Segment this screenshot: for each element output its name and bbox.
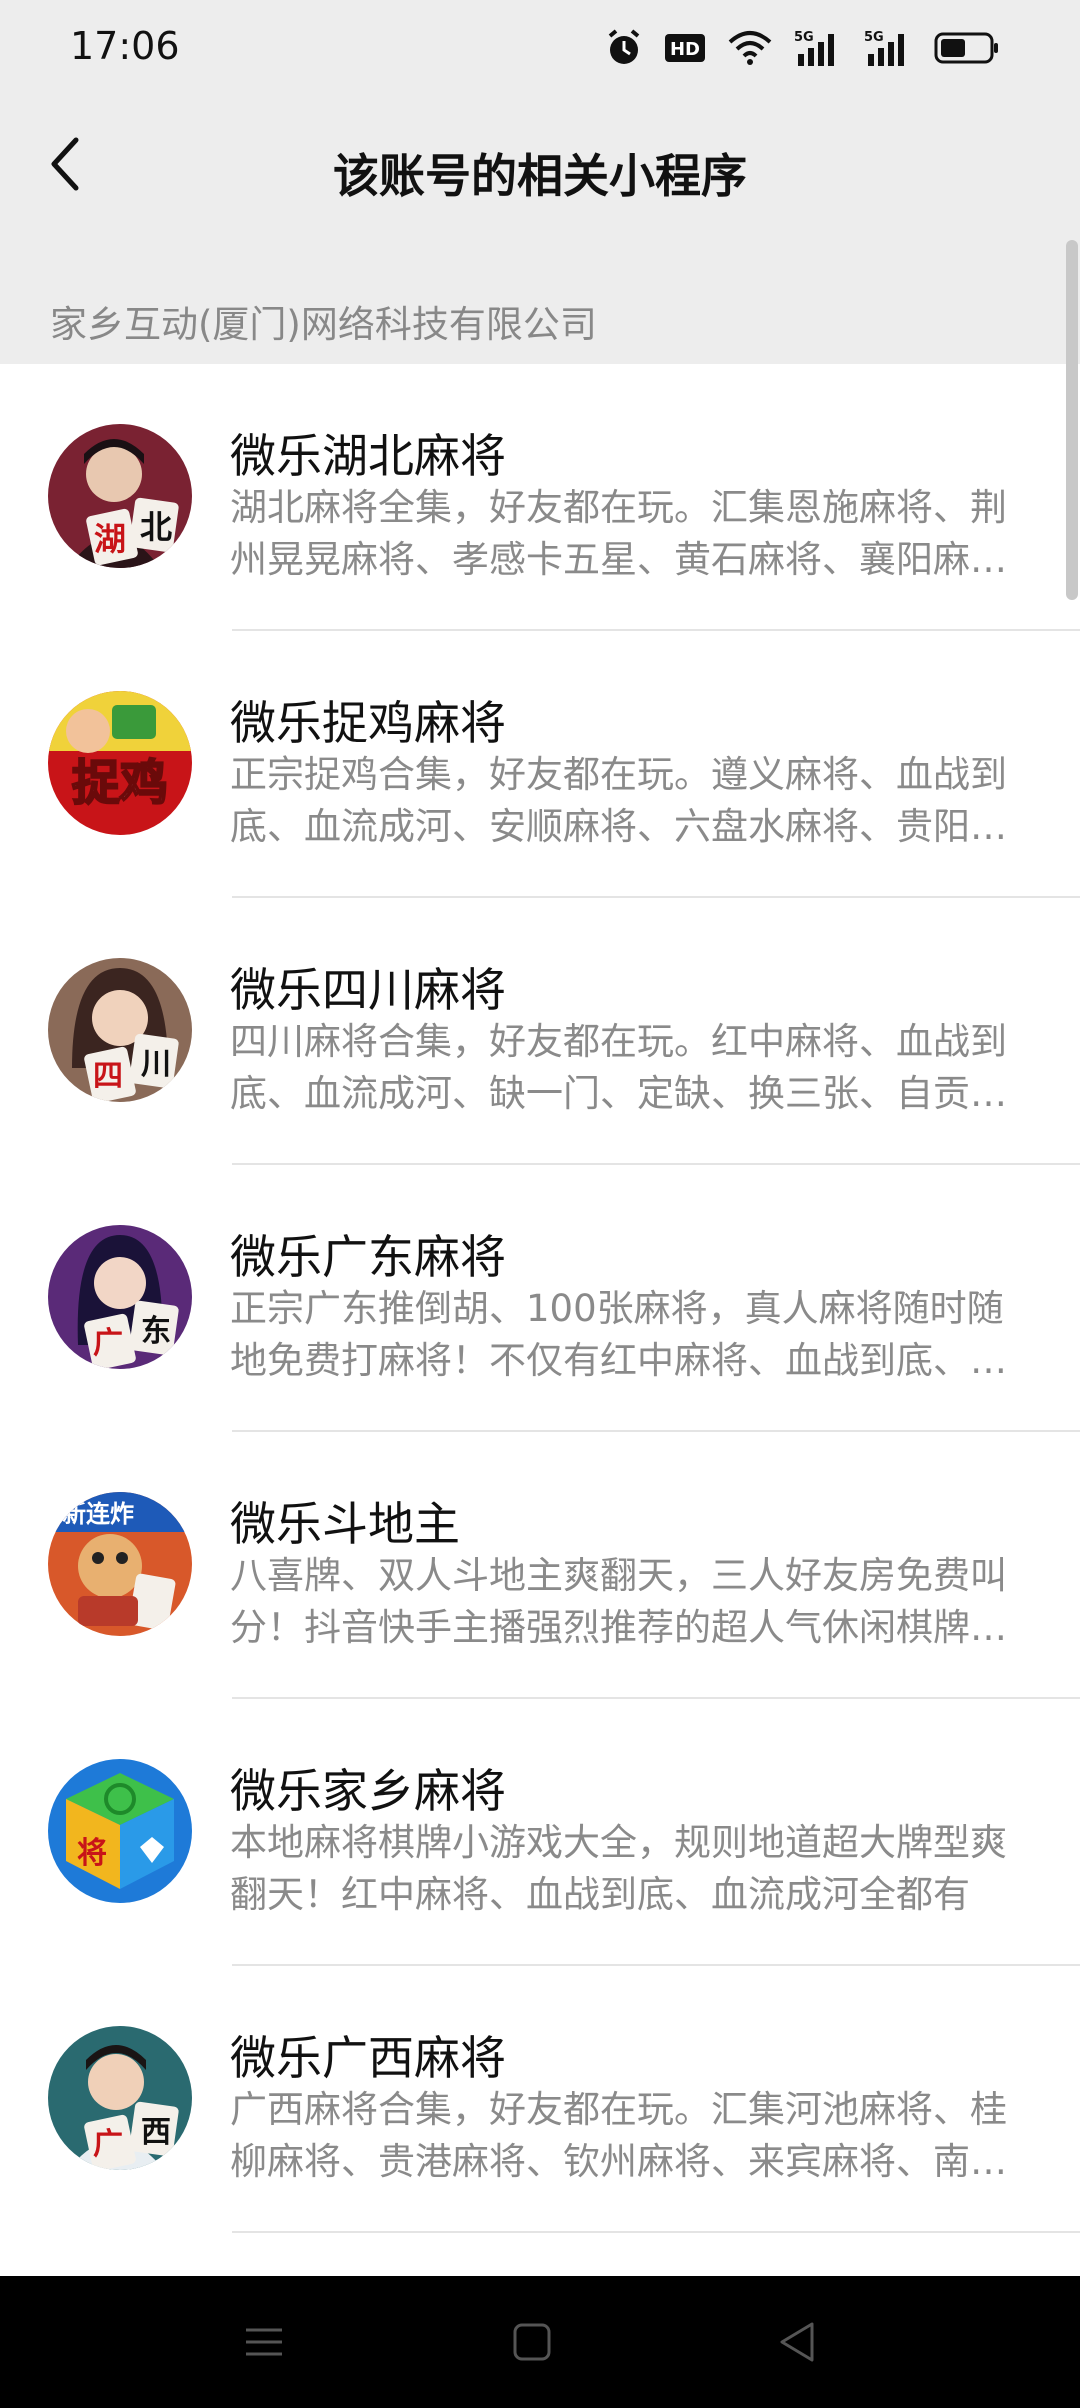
item-description: 湖北麻将全集，好友都在玩。汇集恩施麻将、荆州晃晃麻将、孝感卡五星、黄石麻将、襄阳…: [230, 486, 1007, 581]
item-name: 微乐四川麻将: [230, 963, 506, 1017]
page-title: 该账号的相关小程序: [333, 149, 747, 203]
scrollbar[interactable]: [1066, 240, 1078, 600]
item-name: 微乐斗地主: [230, 1497, 460, 1551]
alarm-icon: [608, 29, 640, 64]
app-avatar: 四 川: [48, 958, 192, 1102]
list-item[interactable]: 将 微乐家乡麻将 本地麻将棋牌小游戏大全，规则地道超大牌型爽翻天！红中麻将、血战…: [0, 1699, 1080, 1966]
app-avatar: 捉鸡: [48, 691, 192, 835]
list-item[interactable]: 湖 北 微乐湖北麻将 湖北麻将全集，好友都在玩。汇集恩施麻将、荆州晃晃麻将、孝感…: [0, 364, 1080, 631]
item-description: 正宗广东推倒胡、100张麻将，真人麻将随时随地免费打麻将！不仅有红中麻将、血战到…: [230, 1287, 1007, 1382]
item-description: 广西麻将合集，好友都在玩。汇集河池麻将、桂柳麻将、贵港麻将、钦州麻将、来宾麻将、…: [230, 2088, 1007, 2183]
svg-text:5G: 5G: [794, 30, 814, 45]
avatar-tile-text: 广: [93, 1326, 123, 1361]
back-nav-button[interactable]: [768, 2312, 828, 2372]
avatar-tile-text: 四: [93, 1059, 123, 1094]
list-item[interactable]: 四 川 微乐四川麻将 四川麻将合集，好友都在玩。红中麻将、血战到底、血流成河、缺…: [0, 898, 1080, 1165]
signal-5g-icon: 5G: [794, 30, 834, 66]
list-item[interactable]: 捉鸡 微乐捉鸡麻将 正宗捉鸡合集，好友都在玩。遵义麻将、血战到底、血流成河、安顺…: [0, 631, 1080, 898]
menu-button[interactable]: [234, 2312, 294, 2372]
title-bar: 该账号的相关小程序: [0, 96, 1080, 240]
avatar-tile-text: 湖: [94, 520, 126, 558]
list-item[interactable]: 广 东 微乐广东麻将 正宗广东推倒胡、100张麻将，真人麻将随时随地免费打麻将！…: [0, 1165, 1080, 1432]
menu-icon: [246, 2328, 282, 2356]
avatar-tile-text: 川: [141, 1047, 171, 1082]
hd-icon: HD: [665, 34, 705, 62]
item-name: 微乐湖北麻将: [230, 429, 506, 483]
section-header: 家乡互动(厦门)网络科技有限公司: [0, 272, 1080, 364]
signal-5g-icon: 5G: [864, 30, 904, 66]
company-name: 家乡互动(厦门)网络科技有限公司: [50, 303, 597, 346]
item-description: 正宗捉鸡合集，好友都在玩。遵义麻将、血战到底、血流成河、安顺麻将、六盘水麻将、贵…: [230, 753, 1007, 848]
avatar-text: 将: [77, 1836, 107, 1871]
item-name: 微乐广西麻将: [230, 2031, 506, 2085]
status-time: 17:06: [70, 24, 180, 68]
item-name: 微乐捉鸡麻将: [230, 696, 506, 750]
mini-program-list: 湖 北 微乐湖北麻将 湖北麻将全集，好友都在玩。汇集恩施麻将、荆州晃晃麻将、孝感…: [0, 364, 1080, 2276]
item-description: 八喜牌、双人斗地主爽翻天，三人好友房免费叫分！抖音快手主播强烈推荐的超人气休闲棋…: [230, 1554, 1007, 1649]
app-avatar: 广 西: [48, 2026, 192, 2170]
avatar-text: 捉鸡: [72, 755, 168, 811]
avatar-tile-text: 广: [93, 2127, 123, 2162]
status-icons: HD 5G 5G: [606, 26, 1000, 70]
svg-text:5G: 5G: [864, 30, 884, 45]
app-avatar: 广 东: [48, 1225, 192, 1369]
app-avatar: 将: [48, 1759, 192, 1903]
app-avatar: 新连炸: [48, 1492, 192, 1636]
item-name: 微乐广东麻将: [230, 1230, 506, 1284]
avatar-tile-text: 东: [141, 1314, 171, 1349]
app-avatar: 湖 北: [48, 424, 192, 568]
list-item[interactable]: 广 西 微乐广西麻将 广西麻将合集，好友都在玩。汇集河池麻将、桂柳麻将、贵港麻将…: [0, 1966, 1080, 2233]
item-name: 微乐家乡麻将: [230, 1764, 506, 1818]
avatar-text: 新连炸: [62, 1500, 134, 1528]
list-item[interactable]: 新连炸 微乐斗地主 八喜牌、双人斗地主爽翻天，三人好友房免费叫分！抖音快手主播强…: [0, 1432, 1080, 1699]
item-description: 本地麻将棋牌小游戏大全，规则地道超大牌型爽翻天！红中麻将、血战到底、血流成河全都…: [230, 1821, 1007, 1916]
svg-text:HD: HD: [670, 39, 700, 60]
item-description: 四川麻将合集，好友都在玩。红中麻将、血战到底、血流成河、缺一门、定缺、换三张、自…: [230, 1020, 1007, 1115]
system-nav-bar: [0, 2276, 1080, 2408]
home-icon: [513, 2323, 551, 2361]
status-bar: 17:06 HD 5G 5G: [0, 0, 1080, 96]
divider: [232, 2231, 1080, 2233]
wifi-icon: [728, 31, 772, 65]
avatar-tile-text: 西: [141, 2115, 171, 2150]
home-button[interactable]: [502, 2312, 562, 2372]
battery-icon: [934, 32, 998, 64]
avatar-tile-text: 北: [140, 508, 172, 546]
back-triangle-icon: [780, 2322, 814, 2362]
